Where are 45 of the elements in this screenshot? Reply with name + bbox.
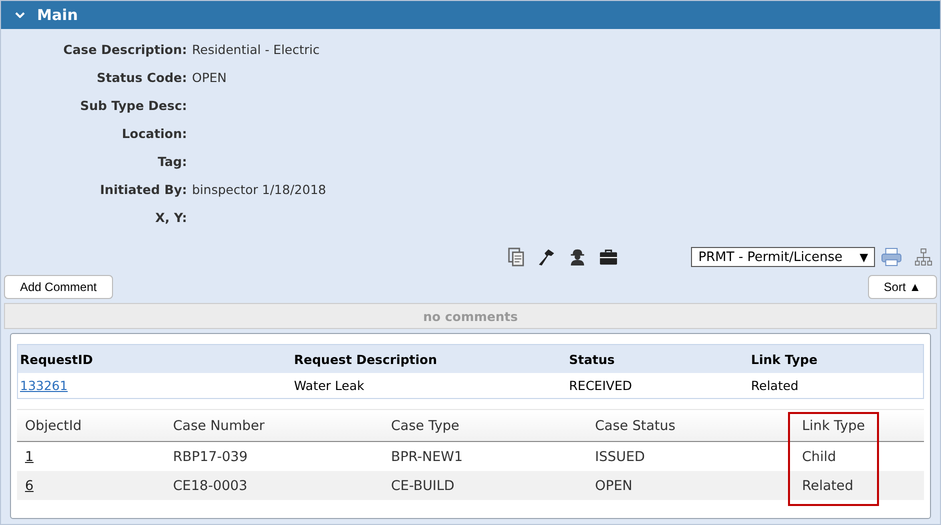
field-label: Initiated By:: [99, 182, 188, 196]
table-cell-text: Related: [801, 478, 854, 494]
field-label: Case Description:: [62, 42, 188, 56]
table-cell-text: CE18-0003: [172, 478, 248, 494]
add-comment-button[interactable]: Add Comment: [4, 275, 113, 299]
column-header[interactable]: Case Type: [383, 418, 587, 434]
column-header: Link Type: [750, 352, 818, 366]
field-label: X, Y:: [154, 210, 188, 224]
table-cell-text: RBP17-039: [172, 448, 249, 464]
table-cell-text: Water Leak: [293, 378, 366, 393]
chevron-icon: [15, 12, 25, 18]
table-cell-text: OPEN: [594, 478, 634, 494]
column-header[interactable]: Case Status: [587, 418, 781, 434]
field-value: OPEN: [192, 70, 227, 84]
table-cell-text: ISSUED: [594, 448, 646, 464]
field-label: Location:: [120, 126, 188, 140]
column-header: Status: [568, 352, 616, 366]
field-label: Status Code:: [96, 70, 188, 84]
table-cell-text: Related: [750, 378, 800, 393]
field-value: Residential - Electric: [192, 42, 320, 56]
briefcase-icon[interactable]: [599, 248, 618, 266]
column-header[interactable]: Link Type: [781, 418, 924, 434]
column-header: Request Description: [293, 352, 438, 366]
copy-icon[interactable]: [508, 247, 526, 267]
section-title: Main: [37, 6, 78, 24]
field-label: Sub Type Desc:: [79, 98, 188, 112]
object-id-link[interactable]: 6: [25, 478, 34, 494]
column-header[interactable]: ObjectId: [17, 418, 165, 434]
table-cell-text: CE-BUILD: [390, 478, 456, 494]
wrench-icon[interactable]: [537, 247, 556, 267]
sort-button[interactable]: Sort ▲: [868, 275, 937, 299]
request-id-link[interactable]: 133261: [20, 378, 68, 393]
column-header[interactable]: Case Number: [165, 418, 383, 434]
no-comments-text: no comments: [423, 308, 518, 324]
field-value: binspector 1/18/2018: [192, 182, 326, 196]
column-header: RequestID: [19, 352, 94, 366]
table-cell-text: Child: [801, 448, 838, 464]
table-cell-text: BPR-NEW1: [390, 448, 464, 464]
field-label: Tag:: [156, 154, 188, 168]
section-header[interactable]: Main: [1, 1, 940, 29]
printer-icon[interactable]: [881, 247, 902, 267]
hierarchy-icon[interactable]: [914, 247, 933, 267]
object-id-link[interactable]: 1: [25, 448, 34, 464]
module-select[interactable]: PRMT - Permit/License ▼: [691, 247, 876, 267]
table-cell-text: RECEIVED: [568, 378, 633, 393]
